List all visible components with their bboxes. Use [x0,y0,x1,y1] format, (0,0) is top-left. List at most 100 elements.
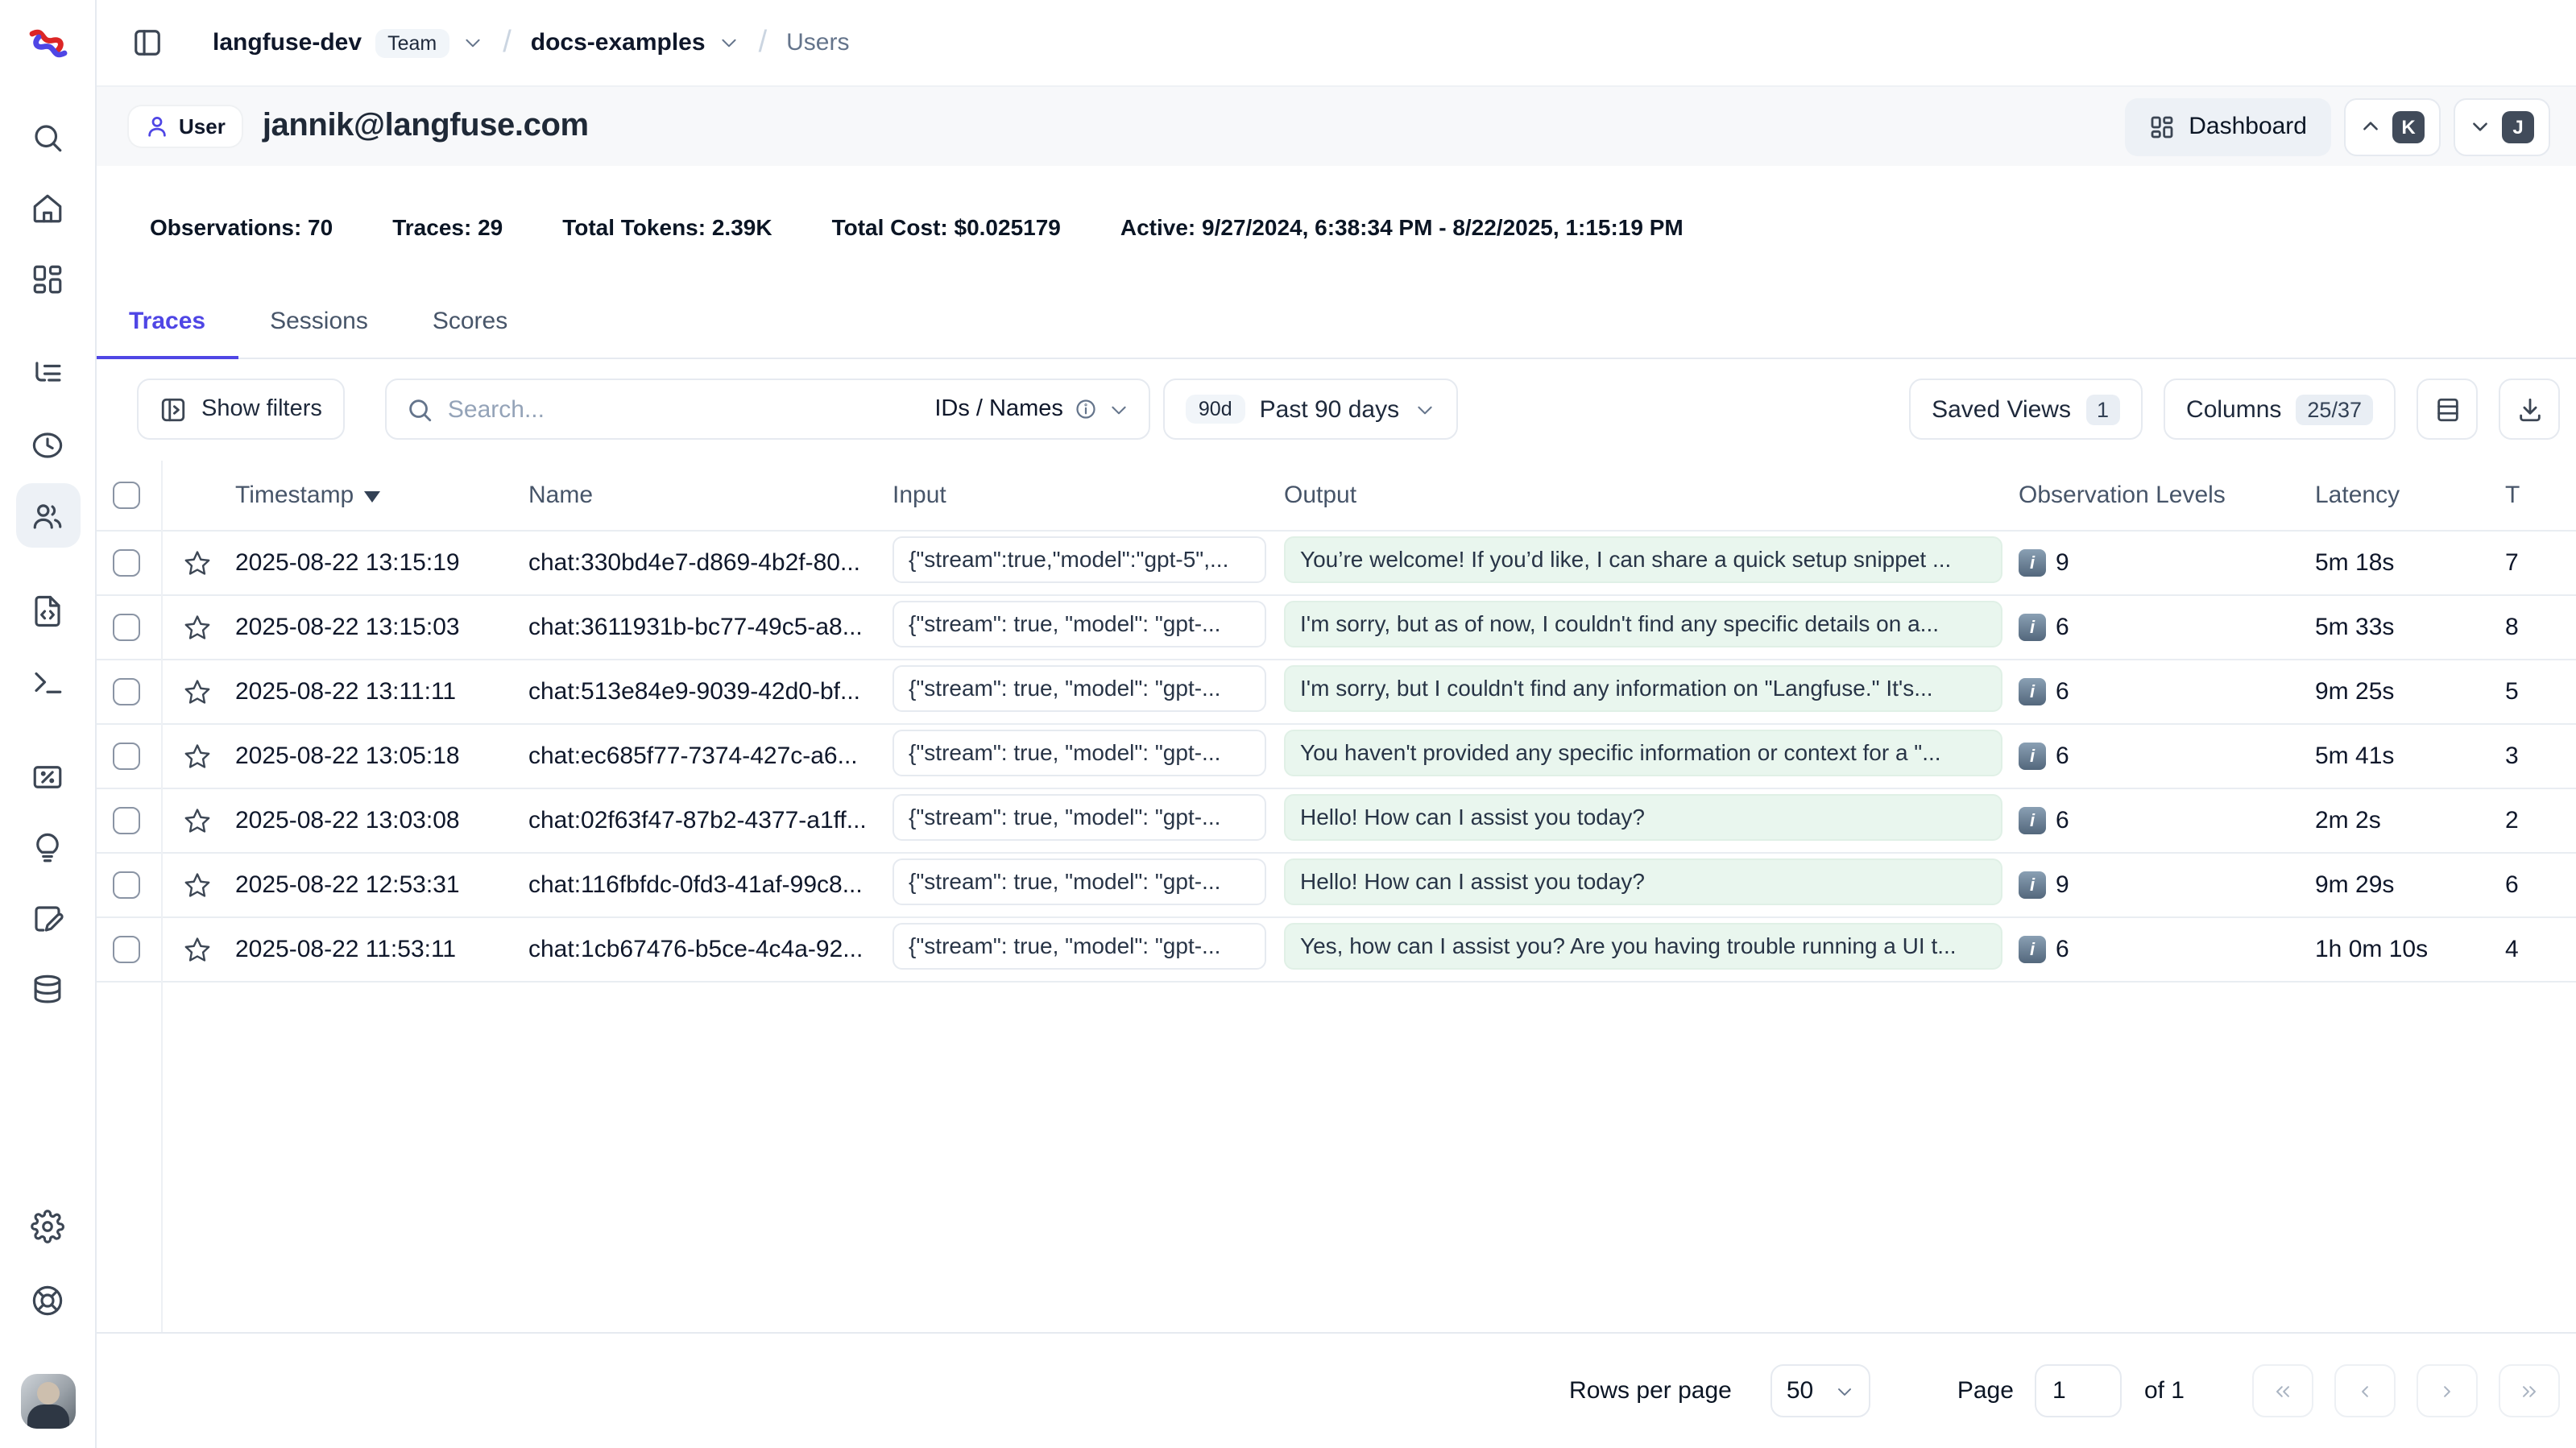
sidebar-item-prompts[interactable] [15,575,80,646]
row-checkbox[interactable] [113,743,140,770]
filter-panel-icon [159,395,187,423]
latency-cell: 5m 41s [2315,743,2505,770]
sidebar [0,0,97,1448]
input-cell[interactable]: {"stream": true, "model": "gpt-... [892,923,1266,970]
columns-button[interactable]: Columns 25/37 [2164,379,2396,440]
chevron-right-icon [2436,1380,2458,1402]
input-cell[interactable]: {"stream": true, "model": "gpt-... [892,601,1266,647]
output-cell[interactable]: Yes, how can I assist you? Are you havin… [1284,923,2002,970]
page-number-input[interactable] [2035,1364,2122,1417]
tab-scores[interactable]: Scores [400,308,540,359]
project-name[interactable]: docs-examples [531,29,706,56]
column-header-latency[interactable]: Latency [2315,482,2505,509]
output-cell[interactable]: I'm sorry, but as of now, I couldn't fin… [1284,601,2002,647]
search-icon [31,120,64,154]
sidebar-item-dashboards[interactable] [15,243,80,314]
search-mode-selector[interactable]: IDs / Names [934,396,1129,422]
sidebar-toggle-button[interactable] [122,19,171,67]
output-cell[interactable]: You haven't provided any specific inform… [1284,730,2002,776]
chevron-down-icon[interactable] [462,32,483,53]
star-icon[interactable] [184,936,211,963]
sidebar-item-scores[interactable] [15,741,80,812]
tab-sessions[interactable]: Sessions [238,308,400,359]
output-cell[interactable]: Hello! How can I assist you today? [1284,794,2002,841]
table-row[interactable]: 2025-08-22 13:15:19 chat:330bd4e7-d869-4… [97,532,2576,596]
column-header-timestamp[interactable]: Timestamp [235,482,528,509]
search-box[interactable]: IDs / Names [385,379,1150,440]
row-checkbox[interactable] [113,614,140,641]
star-icon[interactable] [184,678,211,705]
dashboard-button[interactable]: Dashboard [2124,97,2331,155]
search-input[interactable] [448,395,920,423]
previous-item-button[interactable]: K [2344,97,2441,155]
sidebar-item-annotation[interactable] [15,883,80,954]
row-height-button[interactable] [2417,379,2478,440]
select-all-checkbox[interactable] [113,482,140,509]
table-row[interactable]: 2025-08-22 13:05:18 chat:ec685f77-7374-4… [97,725,2576,789]
sidebar-item-users[interactable] [15,483,80,548]
input-cell[interactable]: {"stream": true, "model": "gpt-... [892,665,1266,712]
org-name[interactable]: langfuse-dev [213,29,362,56]
column-header-name[interactable]: Name [528,482,892,509]
table-row[interactable]: 2025-08-22 13:03:08 chat:02f63f47-87b2-4… [97,789,2576,854]
star-icon[interactable] [184,549,211,577]
name-cell: chat:513e84e9-9039-42d0-bf... [528,678,892,705]
latency-cell: 9m 29s [2315,871,2505,899]
output-cell[interactable]: Hello! How can I assist you today? [1284,858,2002,905]
row-checkbox[interactable] [113,807,140,834]
last-page-button[interactable] [2499,1364,2560,1417]
date-range-button[interactable]: 90d Past 90 days [1163,379,1457,440]
output-cell[interactable]: I'm sorry, but I couldn't find any infor… [1284,665,2002,712]
column-header-observation-levels[interactable]: Observation Levels [2019,482,2315,509]
rows-per-page-select[interactable]: 50 [1770,1364,1870,1417]
row-checkbox[interactable] [113,549,140,577]
output-cell[interactable]: You’re welcome! If you’d like, I can sha… [1284,536,2002,583]
column-header-output[interactable]: Output [1284,482,2019,509]
sidebar-item-evals[interactable] [15,812,80,883]
sidebar-item-home[interactable] [15,172,80,243]
star-icon[interactable] [184,614,211,641]
sidebar-item-support[interactable] [15,1264,80,1335]
row-checkbox[interactable] [113,871,140,899]
sidebar-item-search[interactable] [15,101,80,172]
star-icon[interactable] [184,743,211,770]
next-item-button[interactable]: J [2454,97,2550,155]
star-icon[interactable] [184,871,211,899]
table-row[interactable]: 2025-08-22 13:15:03 chat:3611931b-bc77-4… [97,596,2576,660]
previous-page-button[interactable] [2334,1364,2396,1417]
input-cell[interactable]: {"stream":true,"model":"gpt-5",... [892,536,1266,583]
chevron-down-icon[interactable] [719,32,739,53]
sidebar-item-settings[interactable] [15,1190,80,1261]
table-row[interactable]: 2025-08-22 12:53:31 chat:116fbfdc-0fd3-4… [97,854,2576,918]
input-cell[interactable]: {"stream": true, "model": "gpt-... [892,858,1266,905]
show-filters-button[interactable]: Show filters [137,379,345,440]
stat-observations: Observations: 70 [150,214,333,240]
sidebar-item-playground[interactable] [15,646,80,717]
user-header: User jannik@langfuse.com Dashboard K J [97,87,2576,166]
langfuse-logo[interactable] [0,0,95,87]
row-checkbox[interactable] [113,936,140,963]
timestamp-cell: 2025-08-22 13:15:03 [235,614,528,641]
column-header-tokens[interactable]: T [2505,482,2576,509]
next-page-button[interactable] [2417,1364,2478,1417]
export-button[interactable] [2499,379,2560,440]
saved-views-button[interactable]: Saved Views 1 [1909,379,2143,440]
star-icon[interactable] [184,807,211,834]
prompts-icon [31,594,64,627]
input-cell[interactable]: {"stream": true, "model": "gpt-... [892,730,1266,776]
page-of-label: of 1 [2144,1377,2185,1405]
table-row[interactable]: 2025-08-22 13:11:11 chat:513e84e9-9039-4… [97,660,2576,725]
latency-cell: 1h 0m 10s [2315,936,2505,963]
sidebar-item-sessions[interactable] [15,409,80,480]
sidebar-item-tracing[interactable] [15,338,80,409]
table-row[interactable]: 2025-08-22 11:53:11 chat:1cb67476-b5ce-4… [97,918,2576,983]
row-checkbox[interactable] [113,678,140,705]
tab-bar: Traces Sessions Scores [97,308,2576,359]
column-header-input[interactable]: Input [892,482,1284,509]
input-cell[interactable]: {"stream": true, "model": "gpt-... [892,794,1266,841]
user-avatar[interactable] [20,1374,75,1429]
first-page-button[interactable] [2252,1364,2313,1417]
tab-traces[interactable]: Traces [97,308,238,359]
sidebar-item-datasets[interactable] [15,954,80,1024]
info-level-icon [2019,678,2046,705]
